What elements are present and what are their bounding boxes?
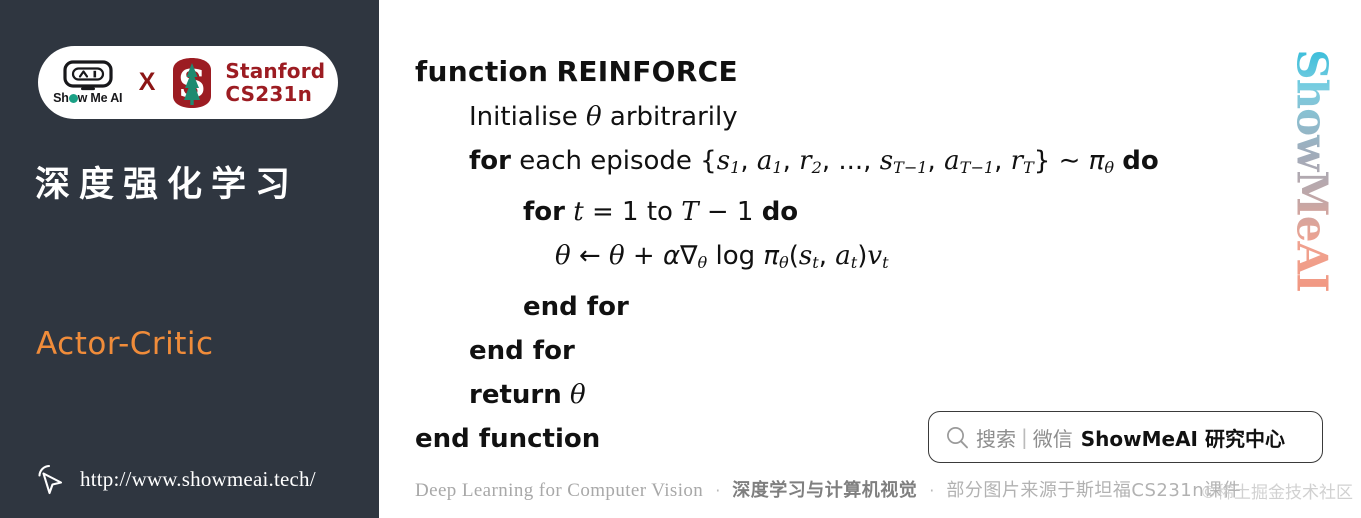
footer-bar: Deep Learning for Computer Vision · 深度学习… [415,476,1347,502]
search-brand: ShowMeAI 研究中心 [1080,426,1285,451]
site-url-text: http://www.showmeai.tech/ [80,466,316,491]
keyword-function: function [415,55,549,88]
wordmark-post: w Me AI [77,91,123,106]
site-url-row[interactable]: http://www.showmeai.tech/ [34,462,316,496]
showmeai-wordmark: Sh w Me AI [53,92,122,105]
topic-title: Actor-Critic [36,326,214,362]
keyword-do-outer: do [1122,146,1159,176]
algo-line-function: function REINFORCE [415,50,1315,95]
algorithm-block: function REINFORCE Initialise θ arbitrar… [415,50,1315,461]
cross-label: X [138,68,156,96]
wechat-search-box[interactable]: 搜索 | 微信 ShowMeAI 研究中心 [928,411,1323,463]
algorithm-name: REINFORCE [556,55,738,88]
algo-line-update: θ ← θ + α∇θ log πθ(st, at)vt [555,241,889,273]
stanford-course-label: Stanford CS231n [225,60,325,105]
course-title-cn: 深度强化学习 [35,165,300,205]
wordmark-pre: Sh [53,91,69,106]
search-separator: | [1021,425,1028,449]
keyword-end-for-inner: end for [523,292,629,323]
keyword-end-for-outer: end for [469,336,575,367]
main-panel: function REINFORCE Initialise θ arbitrar… [379,0,1361,518]
footer-chinese-title: 深度学习与计算机视觉 [732,480,918,501]
search-placeholder: 搜索 [976,426,1016,451]
showmeai-logo: Sh w Me AI [51,60,125,105]
footer-dot-1: · [715,481,721,500]
algo-line-for-episode: for each episode {s1, a1, r2, ..., sT−1,… [469,146,1159,178]
keyword-do-inner: do [761,197,799,228]
search-icon [947,426,968,448]
algo-line-end-for-inner: end for [415,285,1315,329]
return-variable: θ [570,380,586,411]
stanford-name: Stanford [225,59,326,84]
keyword-for-inner: for [523,197,565,228]
stanford-seal-icon: S [173,57,212,108]
keyword-end-function: end function [415,424,601,455]
robot-head-icon [63,60,113,91]
sidebar: Sh w Me AI X S Stanford CS231n 深度强化学习 Act… [0,0,379,518]
algo-line-end-for-outer: end for [415,329,1315,373]
algo-line-initialise: Initialise θ arbitrarily [469,102,738,132]
search-channel: 微信 [1032,426,1073,451]
keyword-for-outer: for [469,146,511,176]
footer-dot-2: · [929,481,935,500]
keyword-return: return [469,380,562,411]
footer-english: Deep Learning for Computer Vision [415,480,704,501]
globe-icon [68,94,78,104]
footer-source-note: 部分图片来源于斯坦福CS231n课件 [946,480,1242,501]
stanford-course-code: CS231n [225,81,313,106]
click-cursor-icon [38,464,63,495]
slide-root: Sh w Me AI X S Stanford CS231n 深度强化学习 Act… [0,0,1361,518]
brand-pill: Sh w Me AI X S Stanford CS231n [38,46,338,119]
algo-line-for-t: for t = 1 to T − 1 do [523,197,799,228]
